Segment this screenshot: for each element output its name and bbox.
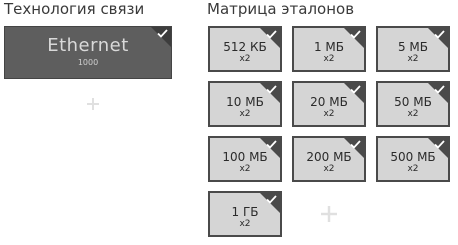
check-icon xyxy=(266,85,277,94)
add-reference-button[interactable] xyxy=(292,191,366,237)
matrix-tile[interactable]: 512 КБ x2 xyxy=(208,26,282,72)
check-icon xyxy=(434,85,445,94)
tile-multiplier-label: x2 xyxy=(239,219,251,229)
tile-multiplier-label: x2 xyxy=(407,54,419,64)
plus-icon xyxy=(321,206,337,222)
matrix-tile[interactable]: 1 ГБ x2 xyxy=(208,191,282,237)
matrix-tile[interactable]: 200 МБ x2 xyxy=(292,136,366,182)
check-icon xyxy=(157,29,168,38)
plus-icon xyxy=(87,98,99,110)
check-icon xyxy=(434,140,445,149)
check-icon xyxy=(350,140,361,149)
matrix-tile[interactable]: 1 МБ x2 xyxy=(292,26,366,72)
matrix-tile[interactable]: 20 МБ x2 xyxy=(292,81,366,127)
tile-multiplier-label: x2 xyxy=(323,164,335,174)
tile-multiplier-label: x2 xyxy=(239,54,251,64)
tile-multiplier-label: x2 xyxy=(323,109,335,119)
check-icon xyxy=(350,85,361,94)
tile-multiplier-label: x2 xyxy=(407,109,419,119)
reference-matrix-grid: 512 КБ x2 1 МБ x2 5 МБ x2 10 МБ x2 20 МБ x2 50 МБ x… xyxy=(208,26,454,241)
tile-multiplier-label: x2 xyxy=(323,54,335,64)
ethernet-tile[interactable]: Ethernet 1000 xyxy=(4,26,172,79)
matrix-tile[interactable]: 50 МБ x2 xyxy=(376,81,450,127)
matrix-section-title: Матрица эталонов xyxy=(207,0,355,18)
technology-section-title: Технология связи xyxy=(4,0,145,18)
tile-multiplier-label: x2 xyxy=(239,109,251,119)
matrix-tile[interactable]: 500 МБ x2 xyxy=(376,136,450,182)
check-icon xyxy=(266,195,277,204)
matrix-tile[interactable]: 10 МБ x2 xyxy=(208,81,282,127)
tile-multiplier-label: x2 xyxy=(407,164,419,174)
check-icon xyxy=(350,30,361,39)
ethernet-speed: 1000 xyxy=(77,58,99,67)
matrix-tile[interactable]: 100 МБ x2 xyxy=(208,136,282,182)
technology-add-area[interactable] xyxy=(4,84,172,134)
check-icon xyxy=(434,30,445,39)
matrix-tile[interactable]: 5 МБ x2 xyxy=(376,26,450,72)
ethernet-label: Ethernet xyxy=(47,35,129,56)
check-icon xyxy=(266,140,277,149)
tile-multiplier-label: x2 xyxy=(239,164,251,174)
check-icon xyxy=(266,30,277,39)
